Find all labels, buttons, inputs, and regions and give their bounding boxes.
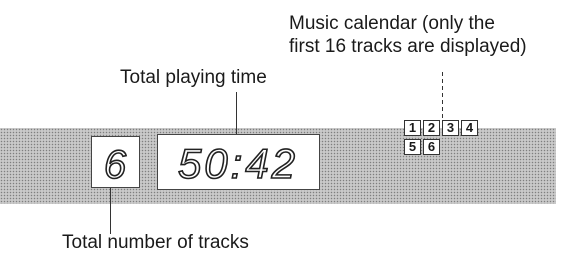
total-tracks-label: Total number of tracks	[62, 232, 249, 253]
music-calendar-label-line2: first 16 tracks are displayed)	[289, 36, 527, 57]
track-count-display: 6	[91, 136, 140, 188]
calendar-track-4: 4	[461, 120, 478, 136]
playing-time-digits: 50:42	[177, 139, 298, 188]
calendar-track-5: 5	[404, 139, 421, 155]
total-playing-time-label: Total playing time	[120, 67, 267, 88]
calendar-track-2: 2	[423, 120, 440, 136]
track-count-value: 6	[104, 143, 127, 186]
music-calendar-label: Music calendar (only the first 16 tracks…	[289, 12, 527, 58]
calendar-track-1: 1	[404, 120, 421, 136]
total-tracks-leader-line	[110, 186, 111, 234]
playing-time-display: 50:42	[157, 134, 320, 190]
playing-time-value: 50:42	[178, 140, 298, 187]
track-count-digits: 6	[103, 142, 128, 186]
music-calendar-label-line1: Music calendar (only the	[289, 13, 495, 34]
music-calendar-leader-line	[442, 72, 443, 118]
calendar-track-6: 6	[423, 139, 440, 155]
total-time-leader-line	[236, 92, 237, 138]
calendar-track-3: 3	[442, 120, 459, 136]
